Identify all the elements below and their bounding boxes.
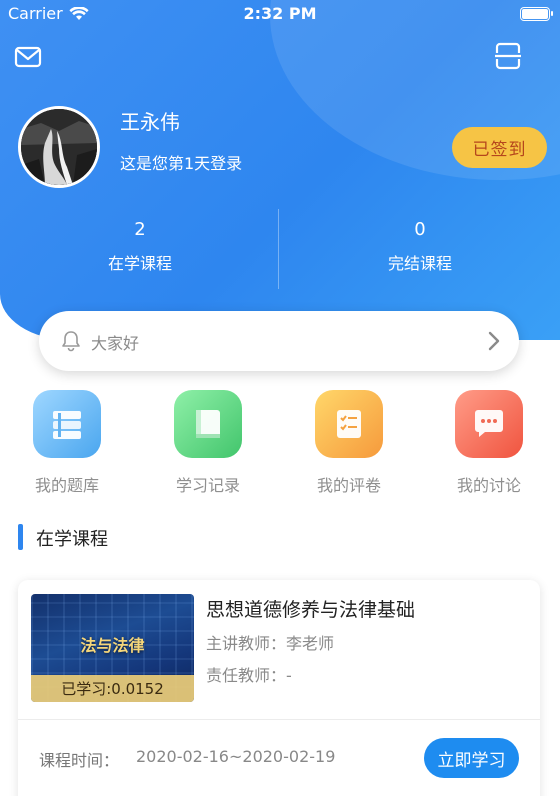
stat-finished-label: 完结课程: [387, 254, 452, 273]
chevron-right-icon: [488, 331, 500, 351]
signin-button[interactable]: 已签到: [452, 127, 547, 168]
section-accent-bar: [18, 524, 23, 550]
status-time: 2:32 PM: [243, 4, 317, 23]
card-divider: [18, 719, 540, 720]
grading-icon: [315, 390, 383, 458]
discussion-icon: [455, 390, 523, 458]
mail-icon[interactable]: [14, 44, 42, 70]
course-name[interactable]: 思想道德修养与法律基础: [206, 595, 415, 622]
stat-studying-count: 2: [134, 219, 146, 240]
stat-finished[interactable]: 0 完结课程: [280, 205, 560, 274]
section-title: 在学课程: [36, 529, 108, 550]
stat-finished-count: 0: [414, 219, 426, 240]
status-bar: Carrier 2:32 PM: [0, 0, 560, 30]
avatar[interactable]: [18, 106, 100, 188]
scan-icon[interactable]: [494, 42, 522, 70]
quick-discussion[interactable]: 我的讨论: [434, 390, 544, 496]
quick-grading[interactable]: 我的评卷: [294, 390, 404, 496]
quick-discussion-label: 我的讨论: [456, 476, 521, 495]
quick-study-record-label: 学习记录: [175, 476, 240, 495]
course-time-value: 2020-02-16~2020-02-19: [136, 747, 336, 766]
battery-icon: [520, 7, 553, 21]
stat-studying[interactable]: 2 在学课程: [0, 205, 280, 274]
study-progress: 已学习:0.0152: [31, 675, 194, 702]
course-time-label: 课程时间：: [39, 751, 120, 770]
lead-teacher: 主讲教师：李老师: [206, 634, 335, 653]
login-days-text: 这是您第1天登录: [120, 154, 243, 173]
notice-text: 大家好: [91, 334, 140, 353]
study-record-icon: [174, 390, 242, 458]
stat-studying-label: 在学课程: [107, 254, 172, 273]
question-bank-icon: [33, 390, 101, 458]
stat-divider: [278, 209, 279, 289]
quick-grading-label: 我的评卷: [316, 476, 381, 495]
bell-icon: [62, 331, 80, 352]
course-stats: 2 在学课程 0 完结课程: [0, 205, 560, 293]
quick-question-bank[interactable]: 我的题库: [12, 390, 122, 496]
study-now-button[interactable]: 立即学习: [424, 738, 519, 778]
responsible-teacher: 责任教师：-: [206, 666, 292, 685]
user-name: 王永伟: [120, 110, 180, 134]
avatar-photo: [21, 109, 97, 185]
quick-study-record[interactable]: 学习记录: [153, 390, 263, 496]
thumbnail-title: 法与法律: [80, 636, 145, 655]
course-thumbnail[interactable]: 法与法律 已学习:0.0152: [31, 594, 194, 702]
notice-bar[interactable]: 大家好: [39, 311, 519, 371]
course-card[interactable]: 法与法律 已学习:0.0152 思想道德修养与法律基础 主讲教师：李老师 责任教…: [18, 580, 540, 796]
quick-question-bank-label: 我的题库: [34, 476, 99, 495]
